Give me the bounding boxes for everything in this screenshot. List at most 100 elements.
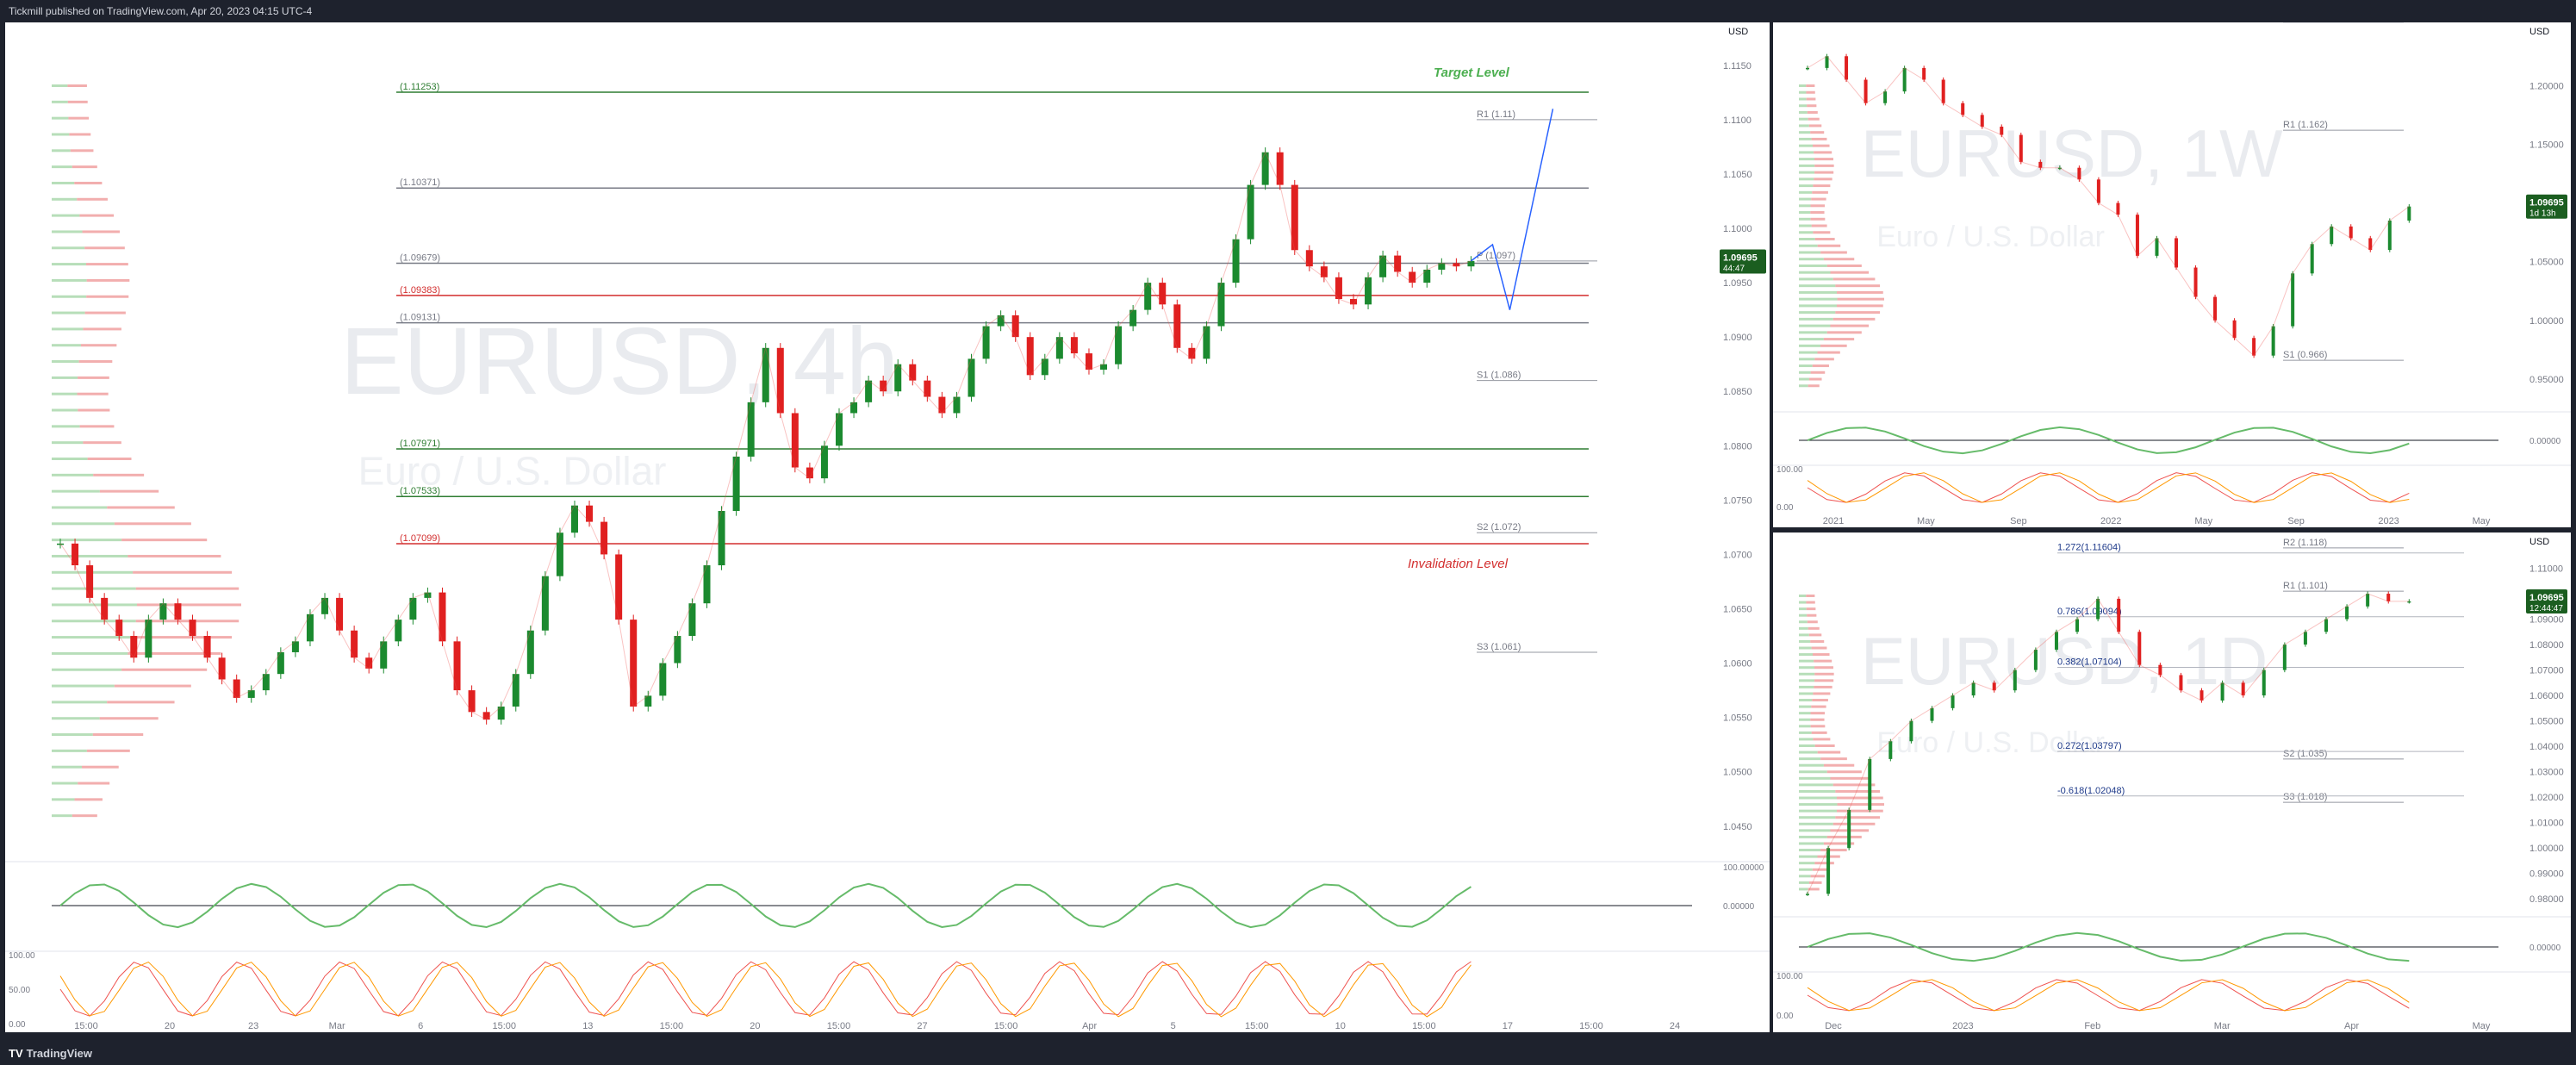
osc-tick: 0.00000 xyxy=(1723,902,1755,912)
vp-bar-buy xyxy=(1799,338,1824,341)
vp-bar-buy xyxy=(52,814,72,818)
bar-countdown: 44:47 xyxy=(1723,265,1745,274)
price-tick: 1.0650 xyxy=(1723,605,1752,615)
candle-body xyxy=(2096,598,2100,620)
vp-bar-sell xyxy=(87,458,132,460)
vp-bar-buy xyxy=(52,506,108,509)
vp-bar-buy xyxy=(52,668,122,671)
vp-bar-sell xyxy=(92,733,144,737)
candle-body xyxy=(2175,238,2179,268)
vp-bar-sell xyxy=(83,441,121,445)
vp-bar-sell xyxy=(1814,744,1835,747)
vp-bar-buy xyxy=(52,473,94,476)
vp-bar-buy xyxy=(1799,796,1837,800)
vp-bar-sell xyxy=(78,360,113,364)
vp-bar-sell xyxy=(86,749,130,752)
watermark-symbol: EURUSD, 4h xyxy=(340,308,899,414)
vp-bar-buy xyxy=(1799,653,1813,657)
vp-bar-buy xyxy=(1799,738,1814,741)
fib-label: -0.618(1.02048) xyxy=(2057,786,2125,796)
vp-bar-buy xyxy=(1799,264,1827,267)
price-tick: 1.0750 xyxy=(1723,495,1752,506)
time-tick: 15:00 xyxy=(660,1021,684,1031)
vp-bar-buy xyxy=(52,116,69,120)
vp-bar-buy xyxy=(1799,776,1831,780)
watermark-symbol: EURUSD, 1W xyxy=(1861,115,2283,191)
vp-bar-buy xyxy=(1799,344,1821,347)
stochastic-pane: 100.00 0.00 xyxy=(1773,971,2571,1021)
time-tick: Mar xyxy=(329,1021,345,1031)
vp-bar-sell xyxy=(1807,613,1817,617)
price-tick: 1.0550 xyxy=(1723,713,1752,724)
level-label: (1.10371) xyxy=(400,178,440,188)
vp-bar-sell xyxy=(1810,211,1825,215)
price-tick: 0.95000 xyxy=(2529,375,2564,385)
vp-bar-sell xyxy=(1817,750,1841,754)
price-tick: 1.0900 xyxy=(1723,333,1752,343)
vp-bar-sell xyxy=(1830,776,1870,780)
pivot-label: S2 (1.035) xyxy=(2283,749,2327,759)
vp-bar-buy xyxy=(1799,725,1811,728)
osc-tick: 0.00000 xyxy=(2529,944,2561,953)
vp-bar-buy xyxy=(52,344,81,347)
candle-body xyxy=(1845,56,1849,80)
vp-bar-buy xyxy=(52,620,136,623)
time-tick: 20 xyxy=(750,1021,760,1031)
candle-body xyxy=(2179,675,2183,691)
vp-bar-buy xyxy=(1799,705,1812,708)
vp-bar-sell xyxy=(1814,666,1833,670)
price-tick: 1.15000 xyxy=(2529,140,2564,150)
vp-bar-sell xyxy=(135,587,240,590)
vp-bar-buy xyxy=(1799,238,1815,240)
candle-body xyxy=(2330,226,2334,245)
vp-bar-buy xyxy=(1799,842,1824,845)
vp-bar-buy xyxy=(1799,744,1815,747)
vp-bar-sell xyxy=(137,603,242,607)
daily-chart[interactable]: EURUSD, 1D Euro / U.S. Dollar R2 (1.118) R1… xyxy=(1773,532,2571,1032)
vp-bar-sell xyxy=(1820,757,1847,761)
candle-body xyxy=(2310,244,2314,274)
vp-bar-buy xyxy=(52,587,136,590)
vp-bar-buy xyxy=(1799,757,1821,761)
candle-body xyxy=(1941,79,1945,103)
vp-bar-buy xyxy=(52,733,93,737)
vp-bar-buy xyxy=(1799,633,1809,637)
vp-bar-sell xyxy=(72,165,97,169)
vp-bar-sell xyxy=(1807,104,1817,108)
candle-body xyxy=(1806,894,1809,895)
vp-bar-buy xyxy=(1799,271,1831,274)
price-tick: 1.1000 xyxy=(1723,224,1752,234)
vp-bar-sell xyxy=(82,230,120,234)
vp-bar-buy xyxy=(1799,258,1824,261)
vp-bar-buy xyxy=(1799,364,1813,368)
vp-bar-buy xyxy=(1799,290,1837,294)
candle-body xyxy=(2135,215,2139,256)
level-label: (1.11253) xyxy=(400,82,439,92)
pivot-label: S3 (1.061) xyxy=(1477,642,1521,652)
tv-mark: TV xyxy=(9,1047,23,1060)
candle-body xyxy=(2407,206,2411,221)
vp-bar-sell xyxy=(1807,620,1818,624)
vp-bar-sell xyxy=(67,100,88,103)
time-axis: Dec 2023 Feb Mar Apr May xyxy=(1825,1021,2491,1031)
vp-bar-sell xyxy=(1811,705,1826,708)
main-chart-4h[interactable]: EURUSD, 4h Euro / U.S. Dollar (1.11253) (1.… xyxy=(5,22,1770,1032)
vp-bar-buy xyxy=(52,246,85,250)
time-axis: 2021 May Sep 2022 May Sep 2023 May xyxy=(1823,516,2491,526)
vp-bar-buy xyxy=(52,181,75,184)
vp-bar-buy xyxy=(52,133,70,136)
vp-bar-sell xyxy=(1814,672,1834,676)
price-tick: 1.20000 xyxy=(2529,81,2564,91)
candle-body xyxy=(2271,326,2275,356)
vp-bar-buy xyxy=(1799,358,1815,361)
vp-bar-buy xyxy=(52,489,100,493)
vp-bar-buy xyxy=(52,684,115,688)
vp-bar-buy xyxy=(52,522,115,526)
pivot-label: S2 (1.072) xyxy=(1477,522,1521,532)
vp-bar-sell xyxy=(1810,217,1826,221)
tradingview-logo[interactable]: TV TradingView xyxy=(9,1047,92,1060)
price-tick: 1.0450 xyxy=(1723,822,1752,832)
vp-bar-buy xyxy=(1799,809,1837,813)
weekly-chart[interactable]: EURUSD, 1WEuro / U.S. DollarR2 (1.254)R1… xyxy=(1773,22,2571,527)
candle-body xyxy=(1883,91,1888,103)
